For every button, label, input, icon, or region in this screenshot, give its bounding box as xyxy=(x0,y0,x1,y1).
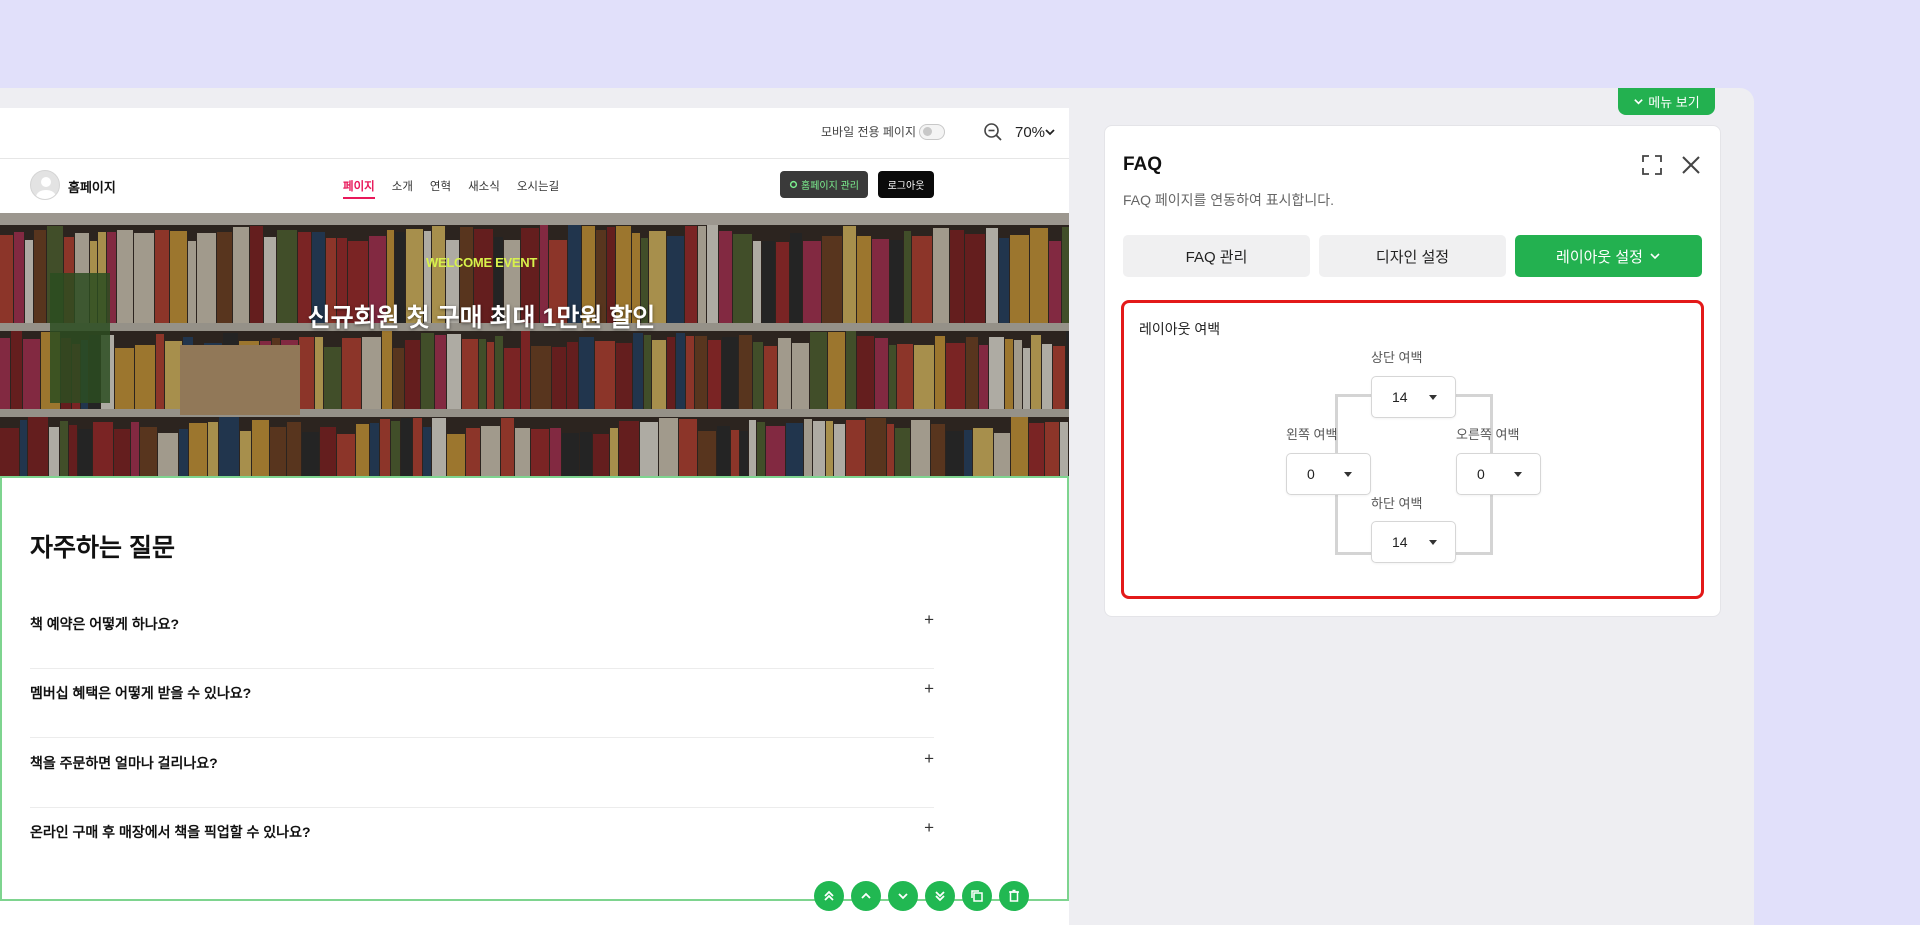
homepage-admin-button[interactable]: 홈페이지 관리 xyxy=(780,171,868,198)
bottom-margin-label: 하단 여백 xyxy=(1371,496,1423,511)
faq-item[interactable]: 책 예약은 어떻게 하나요? + xyxy=(30,600,934,669)
hero-banner: WELCOME EVENT 신규회원 첫 구매 최대 1만원 할인 xyxy=(0,213,1069,476)
gear-icon xyxy=(789,180,798,189)
banner-headline: 신규회원 첫 구매 최대 1만원 할인 xyxy=(307,304,656,332)
section-tools xyxy=(814,881,1029,911)
panel-description: FAQ 페이지를 연동하여 표시합니다. xyxy=(1123,192,1335,208)
faq-item[interactable]: 온라인 구매 후 매장에서 책을 픽업할 수 있나요? + xyxy=(30,808,934,877)
layout-margin-title: 레이아웃 여백 xyxy=(1139,321,1221,337)
nav-item-page[interactable]: 페이지 xyxy=(343,178,375,199)
banner-event-label: WELCOME EVENT xyxy=(426,255,537,270)
zoom-level[interactable]: 70% xyxy=(1015,124,1045,141)
chevron-down-icon xyxy=(898,893,908,900)
user-icon xyxy=(36,177,56,199)
caret-down-icon xyxy=(1514,472,1522,477)
copy-icon xyxy=(971,890,983,902)
left-margin-value: 0 xyxy=(1307,466,1315,482)
menu-view-button[interactable]: 메뉴 보기 xyxy=(1618,88,1715,115)
chevron-up-icon xyxy=(861,892,871,899)
top-margin-value: 14 xyxy=(1392,389,1408,405)
caret-down-icon xyxy=(1429,540,1437,545)
faq-item[interactable]: 멤버십 혜택은 어떻게 받을 수 있나요? + xyxy=(30,669,934,738)
logout-button[interactable]: 로그아웃 xyxy=(878,171,934,198)
tab-faq-manage[interactable]: FAQ 관리 xyxy=(1123,235,1310,277)
plus-icon[interactable]: + xyxy=(924,749,934,769)
delete-button[interactable] xyxy=(999,881,1029,911)
zoom-out-icon[interactable] xyxy=(983,122,1003,142)
chevron-down-icon xyxy=(1634,99,1644,105)
layout-margin-settings: 레이아웃 여백 상단 여백 14 왼쪽 여백 0 오른쪽 여백 0 하단 여백 … xyxy=(1121,300,1704,599)
nav-item-history[interactable]: 연혁 xyxy=(430,178,451,194)
right-margin-label: 오른쪽 여백 xyxy=(1456,427,1520,442)
bookshelf-image xyxy=(0,213,1069,476)
tab-layout-label: 레이아웃 설정 xyxy=(1556,248,1643,266)
plus-icon[interactable]: + xyxy=(924,679,934,699)
move-to-top-button[interactable] xyxy=(814,881,844,911)
right-margin-select[interactable]: 0 xyxy=(1456,453,1541,495)
right-margin-value: 0 xyxy=(1477,466,1485,482)
caret-down-icon xyxy=(1344,472,1352,477)
faq-section[interactable]: 자주하는 질문 책 예약은 어떻게 하나요? + 멤버십 혜택은 어떻게 받을 … xyxy=(0,476,1069,901)
move-up-button[interactable] xyxy=(851,881,881,911)
left-margin-label: 왼쪽 여백 xyxy=(1286,427,1338,442)
admin-button-label: 홈페이지 관리 xyxy=(801,181,859,192)
duplicate-button[interactable] xyxy=(962,881,992,911)
settings-panel: FAQ FAQ 페이지를 연동하여 표시합니다. FAQ 관리 디자인 설정 레… xyxy=(1104,125,1721,617)
top-margin-select[interactable]: 14 xyxy=(1371,376,1456,418)
site-name[interactable]: 홈페이지 xyxy=(68,177,116,196)
double-chevron-up-icon xyxy=(824,890,834,901)
faq-item[interactable]: 책을 주문하면 얼마나 걸리나요? + xyxy=(30,739,934,808)
expand-icon[interactable] xyxy=(1641,154,1663,176)
chevron-down-icon[interactable] xyxy=(1044,126,1056,138)
menu-view-label: 메뉴 보기 xyxy=(1648,95,1700,110)
double-chevron-down-icon xyxy=(935,891,945,902)
page-preview-canvas: 모바일 전용 페이지 70% 홈페이지 페이지 소개 연혁 새소식 오시는길 홈… xyxy=(0,108,1069,925)
faq-question: 멤버십 혜택은 어떻게 받을 수 있나요? xyxy=(30,685,252,701)
move-to-bottom-button[interactable] xyxy=(925,881,955,911)
faq-question: 책 예약은 어떻게 하나요? xyxy=(30,616,180,632)
plus-icon[interactable]: + xyxy=(924,818,934,838)
chevron-down-icon xyxy=(1650,253,1660,260)
faq-question: 온라인 구매 후 매장에서 책을 픽업할 수 있나요? xyxy=(30,824,311,840)
faq-question: 책을 주문하면 얼마나 걸리나요? xyxy=(30,755,218,771)
site-nav: 페이지 소개 연혁 새소식 오시는길 xyxy=(343,178,559,199)
panel-title: FAQ xyxy=(1123,154,1163,175)
close-icon[interactable] xyxy=(1680,154,1702,176)
mobile-only-label: 모바일 전용 페이지 xyxy=(821,125,916,139)
nav-item-news[interactable]: 새소식 xyxy=(468,178,500,194)
site-header: 홈페이지 페이지 소개 연혁 새소식 오시는길 홈페이지 관리 로그아웃 xyxy=(0,160,1069,213)
caret-down-icon xyxy=(1429,395,1437,400)
trash-icon xyxy=(1009,889,1019,902)
faq-heading: 자주하는 질문 xyxy=(30,534,175,562)
tab-design-settings[interactable]: 디자인 설정 xyxy=(1319,235,1506,277)
move-down-button[interactable] xyxy=(888,881,918,911)
avatar xyxy=(30,170,60,200)
top-margin-label: 상단 여백 xyxy=(1371,350,1423,365)
mobile-only-toggle[interactable] xyxy=(919,124,945,140)
tab-layout-settings[interactable]: 레이아웃 설정 xyxy=(1515,235,1702,277)
preview-toolbar: 모바일 전용 페이지 70% xyxy=(0,108,1069,159)
plus-icon[interactable]: + xyxy=(924,610,934,630)
nav-item-directions[interactable]: 오시는길 xyxy=(517,178,559,194)
bottom-margin-value: 14 xyxy=(1392,534,1408,550)
nav-item-about[interactable]: 소개 xyxy=(392,178,413,194)
bottom-margin-select[interactable]: 14 xyxy=(1371,521,1456,563)
left-margin-select[interactable]: 0 xyxy=(1286,453,1371,495)
